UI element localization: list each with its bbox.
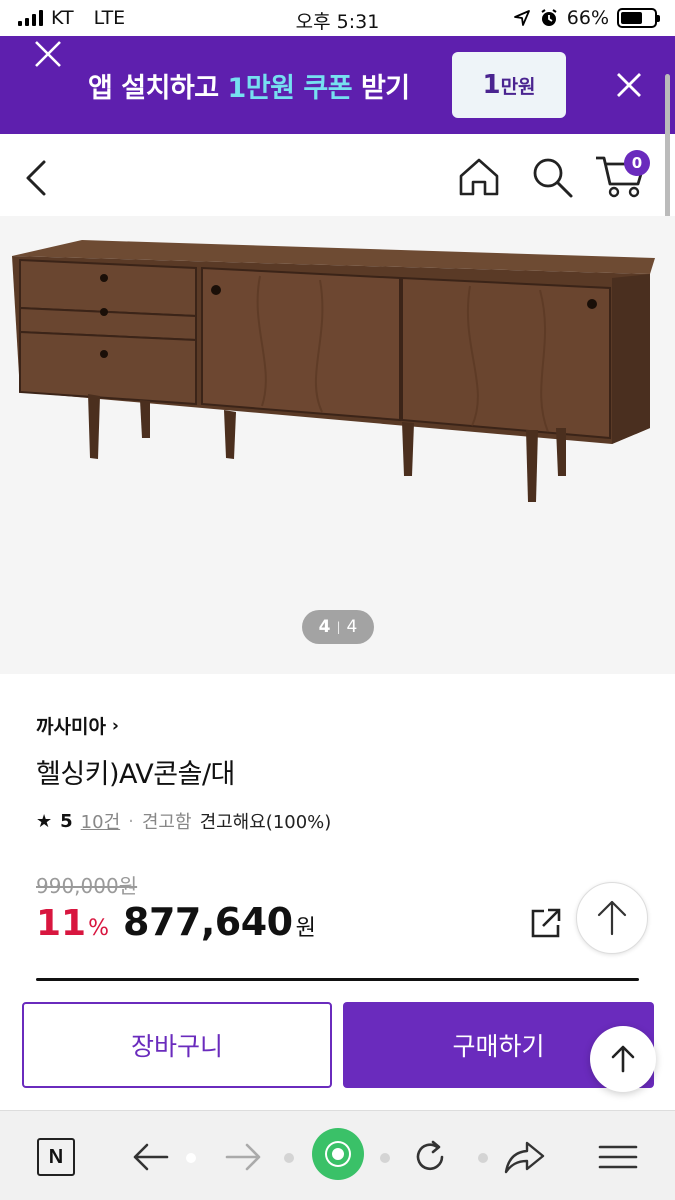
product-title: 헬싱키)AV콘솔/대: [36, 759, 235, 790]
close-banner-icon[interactable]: [612, 68, 646, 102]
arrow-up-icon: [611, 1045, 635, 1073]
location-arrow-icon: [513, 10, 530, 26]
network-label: LTE: [93, 7, 126, 29]
review-summary: 견고해요(100%): [199, 812, 332, 833]
naver-logo-icon: N: [37, 1138, 75, 1176]
search-icon[interactable]: [529, 154, 575, 200]
chevron-right-icon: ›: [111, 715, 119, 736]
coupon-amount: 1: [482, 70, 501, 100]
product-image[interactable]: [0, 216, 675, 674]
cart-count-badge: 0: [624, 150, 650, 176]
rating-score: 5: [60, 810, 73, 832]
price-unit: 원: [295, 916, 316, 941]
status-bar: KT LTE 오후 5:31 66%: [0, 0, 675, 36]
discount-value: 11: [36, 903, 87, 944]
home-icon[interactable]: [456, 154, 502, 200]
separator-dot: ·: [128, 810, 134, 832]
promo-message: 앱 설치하고 1만원 쿠폰 받기: [88, 66, 410, 105]
top-navigation: [0, 134, 675, 216]
carrier-label: KT: [51, 7, 74, 29]
green-action-button[interactable]: [312, 1128, 364, 1180]
coupon-unit: 만원: [500, 75, 536, 98]
scroll-to-top-floating-button[interactable]: [590, 1026, 656, 1092]
coupon-badge[interactable]: 1 만원: [452, 52, 566, 118]
reload-icon[interactable]: [408, 1135, 452, 1179]
close-icon[interactable]: [30, 36, 66, 72]
star-icon: ★: [36, 810, 53, 832]
menu-icon[interactable]: [596, 1135, 640, 1179]
sale-price: 877,640: [123, 900, 293, 944]
promo-text-suffix: 받기: [352, 73, 410, 104]
promo-text-highlight: 1만원 쿠폰: [227, 73, 353, 104]
page-dot: [380, 1153, 390, 1163]
section-divider: [36, 978, 639, 981]
brand-link[interactable]: 까사미아 ›: [36, 712, 119, 739]
price-row: 11% 877,640 원: [36, 900, 316, 944]
back-icon[interactable]: [20, 158, 50, 198]
gallery-total: 4: [346, 617, 358, 637]
browser-back-icon[interactable]: [128, 1135, 172, 1179]
original-price: 990,000원: [36, 874, 138, 898]
brand-name: 까사미아: [36, 716, 106, 738]
battery-percent: 66%: [566, 7, 609, 29]
promo-text-prefix: 앱 설치하고: [88, 73, 228, 104]
discount-unit: %: [88, 916, 110, 941]
review-tag: 견고함: [141, 812, 192, 833]
share-page-icon[interactable]: [502, 1135, 546, 1179]
gallery-counter: 4 | 4: [302, 610, 374, 644]
arrow-up-icon: [597, 900, 627, 936]
alarm-icon: [541, 9, 557, 26]
page-dot: [284, 1153, 294, 1163]
green-circle-icon: [327, 1143, 349, 1165]
discount-rate: 11%: [36, 903, 109, 944]
gallery-separator: |: [336, 620, 341, 634]
signal-icon: [18, 10, 43, 26]
naver-home-button[interactable]: N: [34, 1135, 78, 1179]
page-dot: [186, 1153, 196, 1163]
page-dot: [478, 1153, 488, 1163]
app-install-banner[interactable]: 앱 설치하고 1만원 쿠폰 받기 1 만원: [0, 36, 675, 134]
battery-icon: [617, 8, 660, 28]
rating-row: ★ 5 10건 · 견고함 견고해요(100%): [36, 808, 331, 834]
add-to-cart-button[interactable]: 장바구니: [22, 1002, 332, 1088]
scroll-to-top-button[interactable]: [576, 882, 648, 954]
gallery-current: 4: [318, 617, 331, 637]
share-icon[interactable]: [528, 905, 564, 941]
av-console-image: [12, 240, 655, 502]
browser-forward-icon[interactable]: [222, 1135, 266, 1179]
review-count-link[interactable]: 10건: [81, 808, 120, 834]
